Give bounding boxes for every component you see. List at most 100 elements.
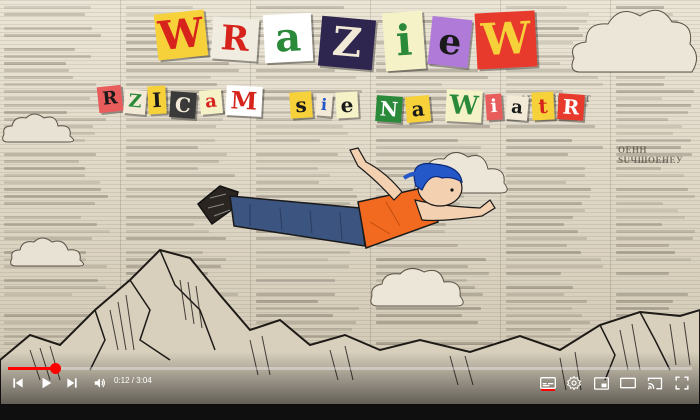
- subtitles-button[interactable]: [538, 374, 558, 392]
- video-duration: 3:04: [136, 376, 152, 385]
- newsprint-line: [506, 181, 567, 184]
- newsprint-line: [616, 223, 662, 226]
- cast-icon: [647, 377, 663, 389]
- title-letter-tile: W: [153, 9, 209, 61]
- newsprint-line: [4, 104, 101, 107]
- newsprint-line: [376, 76, 488, 79]
- newsprint-line: [126, 118, 224, 121]
- newsprint-line: [506, 202, 583, 205]
- subtitles-icon: [540, 377, 556, 389]
- gear-icon: [567, 376, 581, 390]
- newsprint-line: [506, 209, 585, 212]
- newsprint-line: [616, 118, 669, 121]
- subtitle-letter-tile: R: [96, 84, 124, 114]
- newsprint-line: [4, 223, 97, 226]
- newsprint-line: [4, 202, 95, 205]
- newsprint-line: [506, 167, 586, 170]
- newsprint-line: [616, 111, 689, 114]
- theater-mode-button[interactable]: [618, 374, 638, 392]
- fullscreen-icon: [675, 376, 689, 390]
- play-button[interactable]: [36, 374, 56, 392]
- previous-button[interactable]: [8, 374, 28, 392]
- newsprint-line: [4, 188, 101, 191]
- newsprint-line: [616, 188, 688, 191]
- volume-button[interactable]: [90, 374, 110, 392]
- time-display: 0:12 / 3:04: [114, 376, 152, 385]
- progress-bar[interactable]: [8, 363, 692, 374]
- newsprint-line: [506, 69, 576, 72]
- title-letter-tile: i: [382, 10, 426, 72]
- newsprint-line: [506, 223, 565, 226]
- newsprint-line: [4, 69, 70, 72]
- title-letter-tile: a: [262, 12, 314, 64]
- subtitle-letter-tile: M: [225, 85, 263, 117]
- cloud-illustration: [571, 9, 697, 73]
- video-player[interactable]: ОЕНН SUЧШОЕНЕУ АБА ОЕНЕЕСТ W R a Z i e W…: [0, 0, 700, 420]
- next-button[interactable]: [62, 374, 82, 392]
- page-bottom-strip: [0, 405, 700, 420]
- newsprint-line: [4, 76, 73, 79]
- newsprint-line: [616, 230, 696, 233]
- miniplayer-icon: [593, 376, 609, 390]
- newsprint-line: [616, 216, 686, 219]
- subtitle-letter-tile: i: [485, 93, 503, 121]
- newsprint-line: [616, 132, 673, 135]
- newsprint-line: [506, 125, 595, 128]
- newsprint-line: [616, 195, 695, 198]
- newsprint-line: [4, 90, 112, 93]
- newsprint-line: [126, 69, 240, 72]
- title-letter-tile: Z: [317, 15, 377, 71]
- newsprint-line: [506, 6, 567, 9]
- subtitles-active-indicator: [541, 389, 555, 391]
- subtitle-letter-tile: N: [375, 95, 403, 123]
- newsprint-line: [4, 97, 90, 100]
- newsprint-line: [256, 69, 335, 72]
- newsprint-line: [256, 125, 343, 128]
- newsprint-line: [616, 174, 684, 177]
- cast-button[interactable]: [645, 374, 665, 392]
- newsprint-line: [4, 34, 102, 37]
- skip-next-icon: [67, 378, 77, 388]
- play-icon: [42, 377, 52, 389]
- subtitle-letter-tile: s: [289, 91, 313, 119]
- newsprint-line: [506, 139, 573, 142]
- newsprint-line: [506, 153, 569, 156]
- newsprint-line: [376, 125, 490, 128]
- newsprint-line: [256, 76, 356, 79]
- current-time: 0:12: [114, 376, 130, 385]
- theater-mode-icon: [620, 377, 636, 389]
- newsprint-line: [4, 62, 66, 65]
- video-frame[interactable]: ОЕНН SUЧШОЕНЕУ АБА ОЕНЕЕСТ W R a Z i e W…: [0, 0, 700, 405]
- newsprint-line: [506, 83, 603, 86]
- newsprint-line: [126, 6, 193, 9]
- fullscreen-button[interactable]: [672, 374, 692, 392]
- newsprint-line: [506, 174, 586, 177]
- newsprint-line: [616, 125, 682, 128]
- subtitle-letter-tile: i: [315, 93, 333, 117]
- title-letter-tile: R: [210, 16, 260, 62]
- newsprint-line: [126, 83, 218, 86]
- newsprint-line: [616, 90, 695, 93]
- subtitle-letter-tile: C: [169, 91, 197, 119]
- title-letter-tile: e: [427, 16, 473, 68]
- newsprint-line: [4, 167, 85, 170]
- newsprint-line: [4, 216, 81, 219]
- subtitle-letter-tile: a: [504, 95, 530, 121]
- newsprint-line: [256, 6, 344, 9]
- subtitle-letter-tile: a: [198, 89, 224, 115]
- newsprint-line: [126, 167, 198, 170]
- newsprint-line: [616, 139, 692, 142]
- newsprint-line: [4, 83, 97, 86]
- settings-button[interactable]: [564, 374, 584, 392]
- newsprint-line: [4, 153, 97, 156]
- subtitle-letter-tile: I: [147, 85, 167, 115]
- miniplayer-button[interactable]: [591, 374, 611, 392]
- newsprint-line: [126, 223, 195, 226]
- newsprint-line: [4, 174, 85, 177]
- subtitle-letter-tile: t: [531, 91, 555, 121]
- newsprint-line: [4, 55, 91, 58]
- cloud-illustration: [2, 113, 74, 143]
- newsprint-line: [506, 195, 591, 198]
- newsprint-line: [126, 62, 230, 65]
- newsprint-line: [4, 181, 100, 184]
